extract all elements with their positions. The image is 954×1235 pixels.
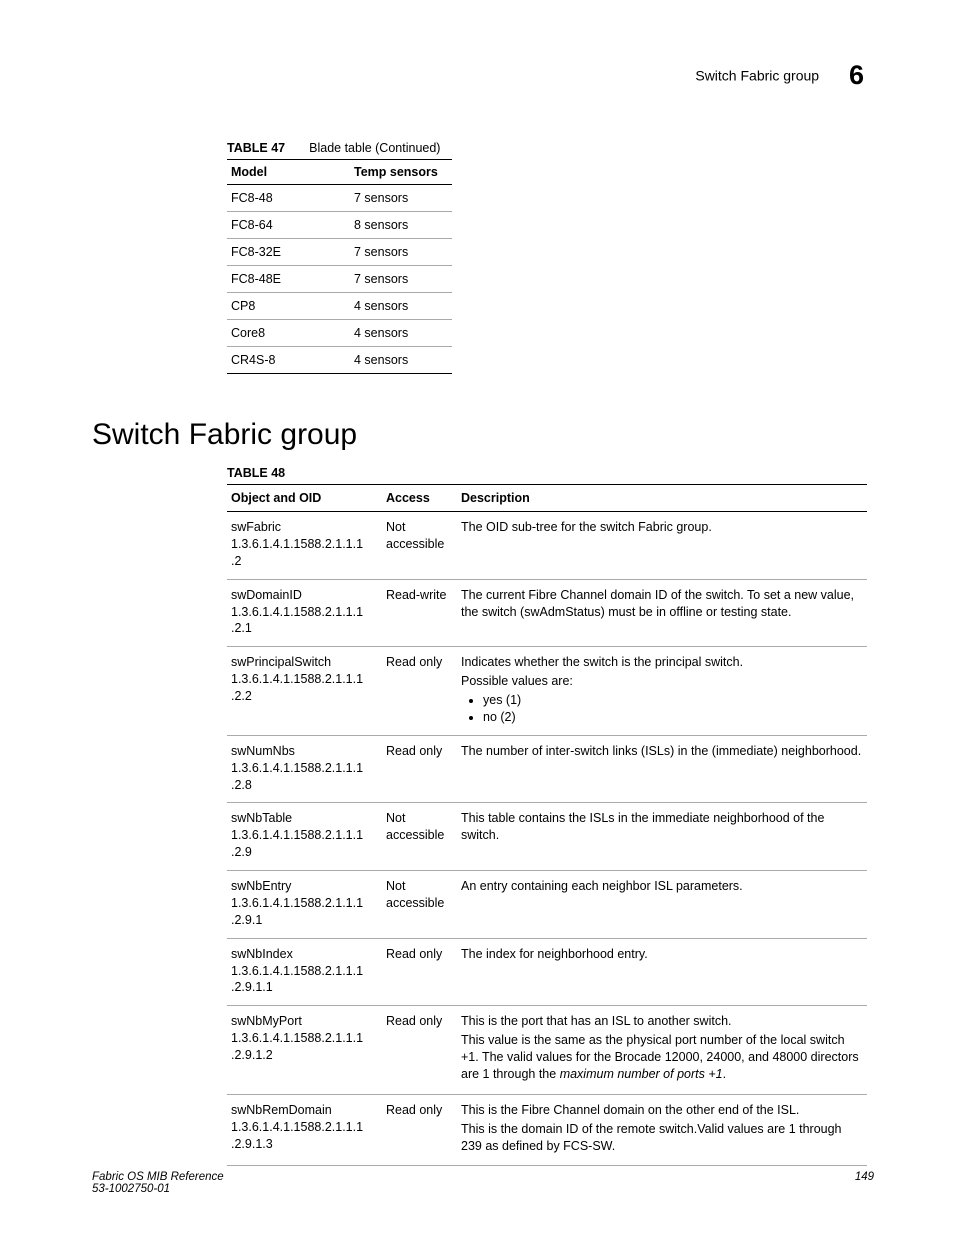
description-cell: This is the port that has an ISL to anot… (457, 1006, 867, 1095)
table-cell: FC8-64 (227, 212, 350, 239)
table-cell: FC8-48E (227, 266, 350, 293)
object-oid-cell: swNumNbs1.3.6.1.4.1.1588.2.1.1.1 .2.8 (227, 735, 382, 803)
table-cell: 7 sensors (350, 239, 452, 266)
table-48-header-desc: Description (457, 485, 867, 512)
access-cell: Read only (382, 735, 457, 803)
table-cell: CP8 (227, 293, 350, 320)
table-row: swNbEntry1.3.6.1.4.1.1588.2.1.1.1 .2.9.1… (227, 871, 867, 939)
table-row: FC8-487 sensors (227, 185, 452, 212)
table-row: swNbMyPort1.3.6.1.4.1.1588.2.1.1.1 .2.9.… (227, 1006, 867, 1095)
object-oid-cell: swFabric1.3.6.1.4.1.1588.2.1.1.1 .2 (227, 512, 382, 580)
access-cell: Not accessible (382, 871, 457, 939)
object-oid-cell: swPrincipalSwitch1.3.6.1.4.1.1588.2.1.1.… (227, 647, 382, 736)
table-cell: Core8 (227, 320, 350, 347)
table-cell: 7 sensors (350, 266, 452, 293)
table-row: FC8-48E7 sensors (227, 266, 452, 293)
footer-line2: 53-1002750-01 (92, 1183, 874, 1195)
table-cell: 4 sensors (350, 320, 452, 347)
table-row: FC8-648 sensors (227, 212, 452, 239)
page-footer: 149 Fabric OS MIB Reference 53-1002750-0… (92, 1171, 874, 1195)
table-cell: 7 sensors (350, 185, 452, 212)
description-cell: This table contains the ISLs in the imme… (457, 803, 867, 871)
access-cell: Read only (382, 1094, 457, 1166)
table-47-caption: TABLE 47 Blade table (Continued) (227, 141, 452, 159)
object-oid-cell: swNbIndex1.3.6.1.4.1.1588.2.1.1.1 .2.9.1… (227, 938, 382, 1006)
table-row: swNbRemDomain1.3.6.1.4.1.1588.2.1.1.1 .2… (227, 1094, 867, 1166)
access-cell: Read only (382, 1006, 457, 1095)
description-cell: This is the Fibre Channel domain on the … (457, 1094, 867, 1166)
object-oid-cell: swNbEntry1.3.6.1.4.1.1588.2.1.1.1 .2.9.1 (227, 871, 382, 939)
table-cell: 4 sensors (350, 347, 452, 374)
table-48-label: TABLE 48 (227, 466, 867, 484)
access-cell: Read only (382, 647, 457, 736)
table-cell: 8 sensors (350, 212, 452, 239)
access-cell: Read only (382, 938, 457, 1006)
header-section-title: Switch Fabric group (695, 68, 819, 84)
table-48-header-access: Access (382, 485, 457, 512)
access-cell: Read-write (382, 579, 457, 647)
table-cell: FC8-32E (227, 239, 350, 266)
table-cell: 4 sensors (350, 293, 452, 320)
page-number: 149 (855, 1171, 874, 1183)
table-47: TABLE 47 Blade table (Continued) Model Te… (227, 141, 452, 374)
description-cell: The number of inter-switch links (ISLs) … (457, 735, 867, 803)
description-cell: The OID sub-tree for the switch Fabric g… (457, 512, 867, 580)
table-row: swNumNbs1.3.6.1.4.1.1588.2.1.1.1 .2.8Rea… (227, 735, 867, 803)
table-row: CP84 sensors (227, 293, 452, 320)
object-oid-cell: swNbTable1.3.6.1.4.1.1588.2.1.1.1 .2.9 (227, 803, 382, 871)
table-cell: CR4S-8 (227, 347, 350, 374)
table-cell: FC8-48 (227, 185, 350, 212)
page-header: Switch Fabric group 6 (92, 60, 874, 91)
header-chapter-number: 6 (849, 60, 864, 90)
description-cell: Indicates whether the switch is the prin… (457, 647, 867, 736)
table-row: FC8-32E7 sensors (227, 239, 452, 266)
object-oid-cell: swDomainID1.3.6.1.4.1.1588.2.1.1.1 .2.1 (227, 579, 382, 647)
section-heading: Switch Fabric group (92, 418, 874, 452)
table-row: swNbTable1.3.6.1.4.1.1588.2.1.1.1 .2.9No… (227, 803, 867, 871)
description-cell: The current Fibre Channel domain ID of t… (457, 579, 867, 647)
table-row: CR4S-84 sensors (227, 347, 452, 374)
table-row: swPrincipalSwitch1.3.6.1.4.1.1588.2.1.1.… (227, 647, 867, 736)
table-47-title: Blade table (Continued) (309, 141, 440, 155)
table-47-header-temp: Temp sensors (350, 160, 452, 185)
table-row: swNbIndex1.3.6.1.4.1.1588.2.1.1.1 .2.9.1… (227, 938, 867, 1006)
footer-line1: Fabric OS MIB Reference (92, 1171, 874, 1183)
table-48: TABLE 48 Object and OID Access Descripti… (227, 466, 867, 1166)
table-row: swFabric1.3.6.1.4.1.1588.2.1.1.1 .2Not a… (227, 512, 867, 580)
access-cell: Not accessible (382, 803, 457, 871)
description-cell: The index for neighborhood entry. (457, 938, 867, 1006)
table-47-header-model: Model (227, 160, 350, 185)
table-row: Core84 sensors (227, 320, 452, 347)
table-47-label: TABLE 47 (227, 141, 285, 155)
table-row: swDomainID1.3.6.1.4.1.1588.2.1.1.1 .2.1R… (227, 579, 867, 647)
object-oid-cell: swNbRemDomain1.3.6.1.4.1.1588.2.1.1.1 .2… (227, 1094, 382, 1166)
object-oid-cell: swNbMyPort1.3.6.1.4.1.1588.2.1.1.1 .2.9.… (227, 1006, 382, 1095)
description-cell: An entry containing each neighbor ISL pa… (457, 871, 867, 939)
table-48-header-object: Object and OID (227, 485, 382, 512)
access-cell: Not accessible (382, 512, 457, 580)
